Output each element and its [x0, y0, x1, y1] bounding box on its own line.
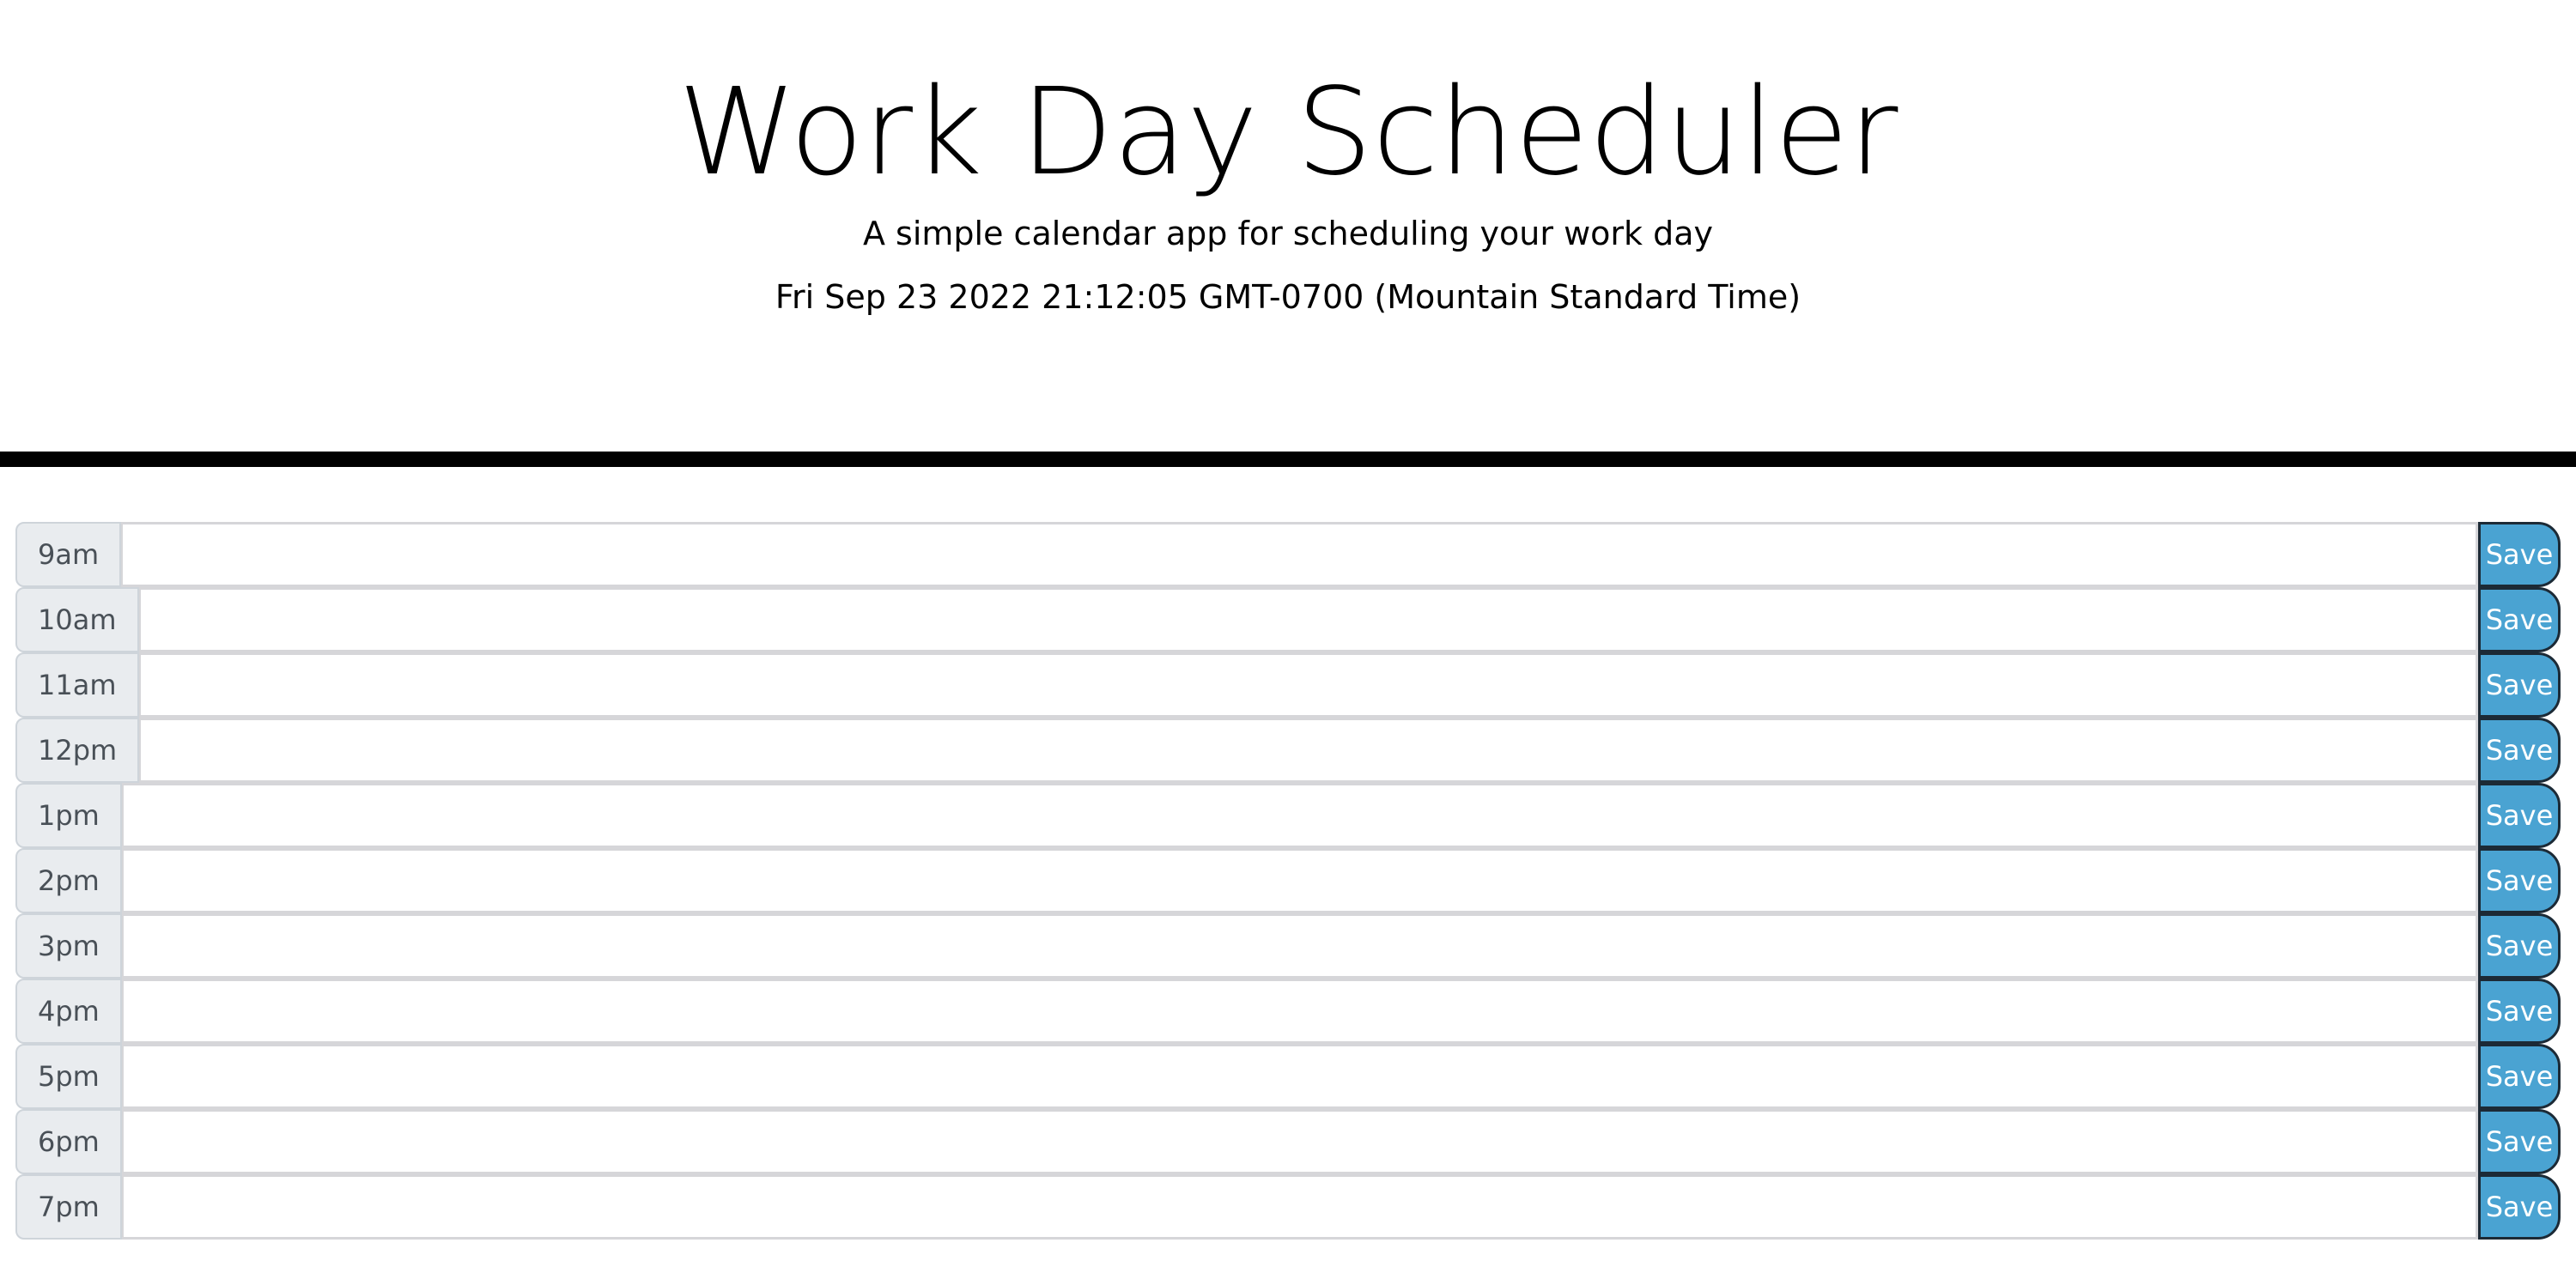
save-button[interactable]: Save — [2478, 587, 2561, 652]
save-button[interactable]: Save — [2478, 1044, 2561, 1109]
save-button[interactable]: Save — [2478, 848, 2561, 913]
time-block: 1pm Save — [15, 783, 2561, 848]
event-input[interactable] — [138, 587, 2478, 652]
time-block: 9am Save — [15, 522, 2561, 587]
hour-label: 9am — [15, 522, 122, 587]
hour-label: 1pm — [15, 783, 122, 848]
time-block: 10am Save — [15, 587, 2561, 652]
save-button[interactable]: Save — [2478, 718, 2561, 783]
save-button[interactable]: Save — [2478, 913, 2561, 979]
hour-label: 11am — [15, 652, 139, 718]
header: Work Day Scheduler A simple calendar app… — [0, 0, 2576, 467]
hour-label: 12pm — [15, 718, 140, 783]
event-input[interactable] — [121, 522, 2478, 587]
hour-label: 7pm — [15, 1174, 122, 1240]
time-block: 4pm Save — [15, 979, 2561, 1044]
event-input[interactable] — [121, 1109, 2478, 1174]
save-button[interactable]: Save — [2478, 652, 2561, 718]
time-block: 5pm Save — [15, 1044, 2561, 1109]
event-input[interactable] — [121, 848, 2478, 913]
event-input[interactable] — [138, 652, 2478, 718]
event-input[interactable] — [121, 1174, 2478, 1240]
event-input[interactable] — [121, 979, 2478, 1044]
hour-label: 4pm — [15, 979, 122, 1044]
time-block: 7pm Save — [15, 1174, 2561, 1240]
current-day: Fri Sep 23 2022 21:12:05 GMT-0700 (Mount… — [775, 278, 1801, 316]
header-divider — [0, 452, 2576, 467]
event-input[interactable] — [121, 783, 2478, 848]
save-button[interactable]: Save — [2478, 783, 2561, 848]
hour-label: 3pm — [15, 913, 122, 979]
event-input[interactable] — [139, 718, 2478, 783]
hour-label: 10am — [15, 587, 139, 652]
page-title: Work Day Scheduler — [677, 63, 1899, 203]
event-input[interactable] — [121, 913, 2478, 979]
save-button[interactable]: Save — [2478, 522, 2561, 587]
save-button[interactable]: Save — [2478, 1109, 2561, 1174]
page-subtitle: A simple calendar app for scheduling you… — [862, 215, 1714, 252]
time-block: 12pm Save — [15, 718, 2561, 783]
save-button[interactable]: Save — [2478, 1174, 2561, 1240]
save-button[interactable]: Save — [2478, 979, 2561, 1044]
hour-label: 2pm — [15, 848, 122, 913]
event-input[interactable] — [121, 1044, 2478, 1109]
time-block: 11am Save — [15, 652, 2561, 718]
hour-label: 5pm — [15, 1044, 122, 1109]
time-block: 6pm Save — [15, 1109, 2561, 1174]
schedule-container: 9am Save 10am Save 11am Save 12pm Save 1… — [15, 522, 2561, 1240]
time-block: 2pm Save — [15, 848, 2561, 913]
time-block: 3pm Save — [15, 913, 2561, 979]
hour-label: 6pm — [15, 1109, 122, 1174]
